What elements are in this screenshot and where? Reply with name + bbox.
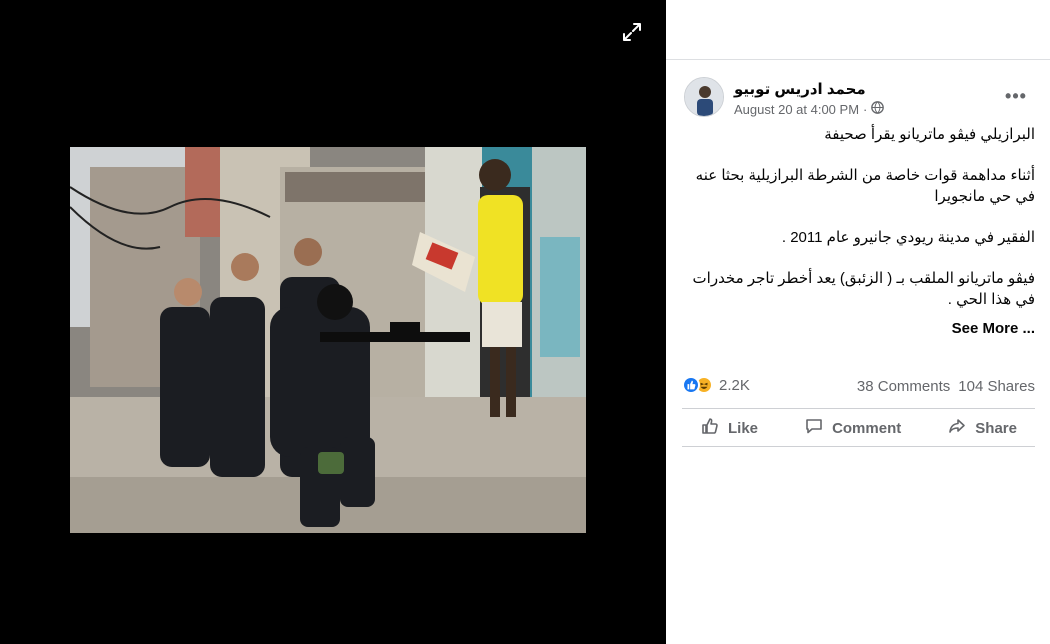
post-body: البرازيلي فيڤو ماتريانو يقرأ صحيفة أثناء… — [679, 124, 1035, 310]
action-bar: Like Comment Share — [682, 410, 1035, 446]
post-paragraph-4: فيڤو ماتريانو الملقب بـ ( الزئبق) يعد أخ… — [692, 270, 1035, 308]
post-photo[interactable] — [70, 147, 586, 533]
comments-count[interactable]: 38 Comments — [857, 378, 950, 395]
comment-icon — [804, 416, 824, 440]
post-paragraph-2: أثناء مداهمة قوات خاصة من الشرطة البرازي… — [695, 167, 1035, 205]
divider-bottom — [682, 446, 1035, 447]
author-avatar[interactable] — [684, 77, 724, 117]
see-more-link[interactable]: See More ... — [952, 320, 1035, 337]
author-name[interactable]: محمد ادريس توبيو — [734, 80, 866, 98]
comment-button[interactable]: Comment — [786, 410, 919, 446]
shares-count[interactable]: 104 Shares — [958, 378, 1035, 395]
reaction-count: 2.2K — [719, 376, 750, 394]
meta-separator: · — [863, 101, 868, 117]
divider-top — [682, 408, 1035, 409]
expand-icon[interactable] — [620, 20, 644, 44]
like-icon — [682, 376, 700, 394]
post-details-panel: محمد ادريس توبيو August 20 at 4:00 PM · … — [666, 0, 1050, 644]
thumbs-up-icon — [700, 416, 720, 440]
more-options-icon[interactable]: ••• — [1004, 86, 1028, 106]
comment-label: Comment — [832, 419, 902, 437]
post-paragraph-1: البرازيلي فيڤو ماتريانو يقرأ صحيفة — [824, 126, 1035, 143]
post-paragraph-3: الفقير في مدينة ريودي جانيرو عام 2011 . — [781, 229, 1035, 246]
share-label: Share — [975, 419, 1017, 437]
globe-icon — [871, 101, 885, 117]
photo-viewer — [0, 0, 666, 644]
share-icon — [947, 416, 967, 440]
like-label: Like — [728, 419, 759, 437]
post-timestamp[interactable]: August 20 at 4:00 PM — [734, 102, 859, 117]
like-button[interactable]: Like — [682, 410, 776, 446]
panel-header — [666, 0, 1050, 60]
post-meta: August 20 at 4:00 PM · — [734, 101, 885, 117]
reactions-summary[interactable]: 2.2K — [682, 376, 750, 394]
share-button[interactable]: Share — [929, 410, 1035, 446]
engagement-counts: 38 Comments 104 Shares — [857, 378, 1035, 395]
